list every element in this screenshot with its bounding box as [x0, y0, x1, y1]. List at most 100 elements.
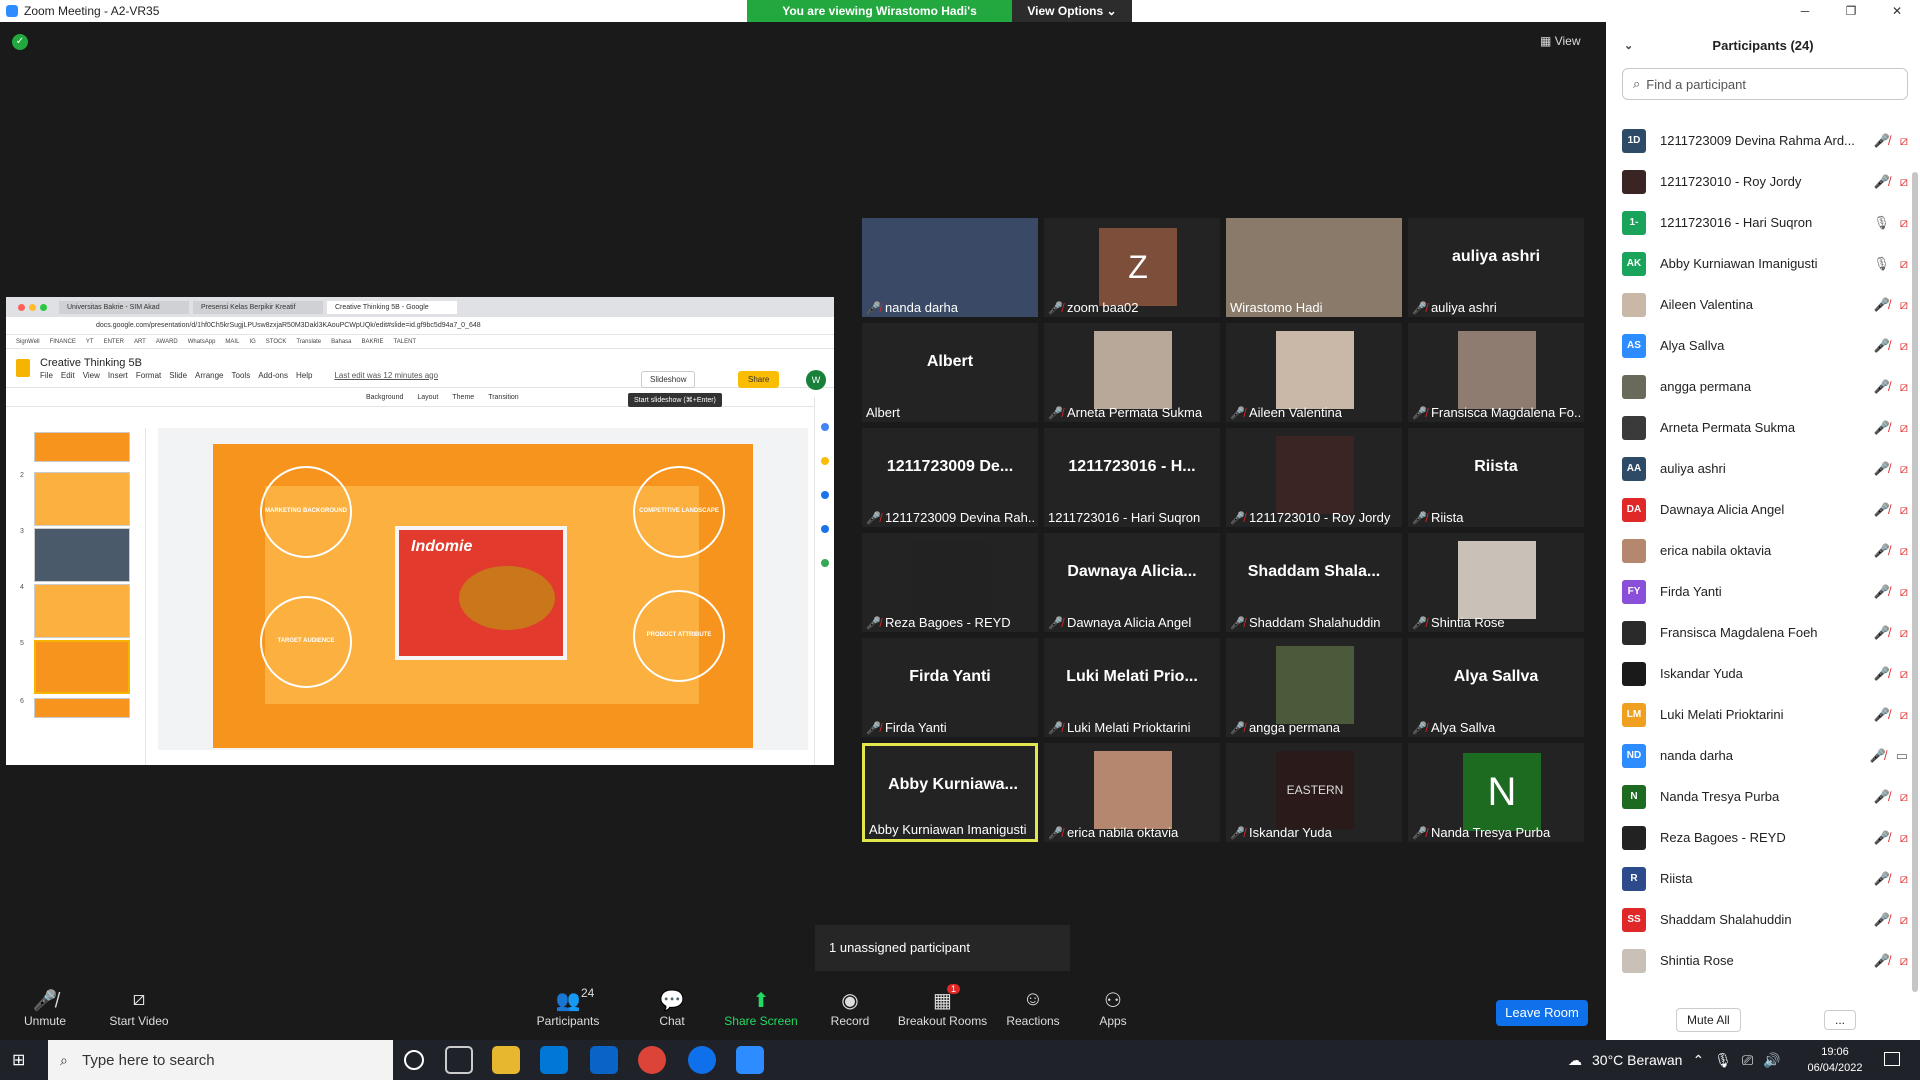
zoom-taskbar-icon[interactable]	[736, 1046, 764, 1074]
slides-toolbar-item[interactable]: Theme	[452, 394, 474, 401]
shield-icon[interactable]: ✓	[12, 34, 28, 50]
doc-menu-item[interactable]: Edit	[61, 371, 75, 380]
doc-menu-item[interactable]: File	[40, 371, 53, 380]
bookmark-item[interactable]: STOCK	[266, 339, 287, 345]
participant-tile[interactable]: 🎤̸ Shintia Rose	[1408, 533, 1584, 632]
participant-search[interactable]: ⌕ Find a participant	[1622, 68, 1908, 100]
bookmark-item[interactable]: FINANCE	[50, 339, 76, 345]
slides-toolbar-item[interactable]: Background	[366, 394, 403, 401]
avatar[interactable]: W	[806, 370, 826, 390]
doc-menu-item[interactable]: Slide	[169, 371, 187, 380]
current-slide[interactable]: MARKETING BACKGROUND COMPETITIVE LANDSCA…	[213, 444, 753, 748]
bookmark-item[interactable]: MAIL	[225, 339, 239, 345]
bookmark-item[interactable]: ART	[134, 339, 146, 345]
taskbar-search[interactable]: ⌕ Type here to search	[48, 1040, 393, 1080]
slideshow-button[interactable]: Slideshow	[641, 371, 696, 388]
maps-icon[interactable]	[820, 559, 829, 567]
doc-menu-item[interactable]: Insert	[108, 371, 128, 380]
windows-start-icon[interactable]: ⊞	[12, 1050, 32, 1070]
participant-tile[interactable]: Wirastomo Hadi	[1226, 218, 1402, 317]
weather-text[interactable]: 30°C Berawan	[1592, 1052, 1682, 1068]
bookmark-item[interactable]: Translate	[296, 339, 321, 345]
participant-tile[interactable]: N 🎤̸ Nanda Tresya Purba	[1408, 743, 1584, 842]
mic-icon[interactable]: 🎙	[1714, 1052, 1732, 1069]
bookmark-item[interactable]: ENTER	[104, 339, 124, 345]
slides-toolbar-item[interactable]: Transition	[488, 394, 518, 401]
scrollbar[interactable]	[1912, 172, 1918, 992]
bookmark-item[interactable]: AWARD	[156, 339, 178, 345]
calendar-icon[interactable]	[820, 423, 829, 431]
doc-menu-item[interactable]: Tools	[232, 371, 251, 380]
participant-tile[interactable]: 🎤̸ nanda darha	[862, 218, 1038, 317]
search-input[interactable]: Find a participant	[1646, 77, 1746, 92]
participant-tile[interactable]: 🎤̸ Arneta Permata Sukma	[1044, 323, 1220, 422]
browser-tab[interactable]: Presensi Kelas Berpikir Kreatif	[193, 300, 323, 314]
browser-tab-active[interactable]: Creative Thinking 5B - Google	[327, 300, 457, 314]
slide-thumb-selected[interactable]	[34, 640, 130, 694]
participants-button[interactable]: 👥 24 Participants	[523, 980, 613, 1040]
taskbar-clock[interactable]: 19:06 06/04/2022	[1800, 1044, 1870, 1076]
participant-tile[interactable]: 🎤̸ Aileen Valentina	[1226, 323, 1402, 422]
list-item[interactable]: SS Shaddam Shalahuddin 🎤̸ ⧄	[1622, 899, 1912, 940]
doc-menu-item[interactable]: View	[83, 371, 100, 380]
list-item[interactable]: 1211723010 - Roy Jordy 🎤̸ ⧄	[1622, 161, 1912, 202]
list-item[interactable]: AS Alya Sallva 🎤̸ ⧄	[1622, 325, 1912, 366]
list-item[interactable]: Iskandar Yuda 🎤̸ ⧄	[1622, 653, 1912, 694]
slides-toolbar-item[interactable]: Layout	[417, 394, 438, 401]
list-item[interactable]: Aileen Valentina 🎤̸ ⧄	[1622, 284, 1912, 325]
mail-icon[interactable]	[590, 1046, 618, 1074]
list-item[interactable]: Reza Bagoes - REYD 🎤̸ ⧄	[1622, 817, 1912, 858]
list-item[interactable]: 1D 1211723009 Devina Rahma Ard... 🎤̸ ⧄	[1622, 120, 1912, 161]
task-view-icon[interactable]	[445, 1046, 473, 1074]
list-item[interactable]: 1- 1211723016 - Hari Suqron 🎙 ⧄	[1622, 202, 1912, 243]
list-item[interactable]: R Riista 🎤̸ ⧄	[1622, 858, 1912, 899]
restore-button[interactable]: ❐	[1828, 0, 1874, 22]
unassigned-toast[interactable]: 1 unassigned participant	[815, 925, 1070, 971]
list-item[interactable]: Fransisca Magdalena Foeh 🎤̸ ⧄	[1622, 612, 1912, 653]
participant-tile[interactable]: Shaddam Shala... 🎤̸ Shaddam Shalahuddin	[1226, 533, 1402, 632]
participant-tile[interactable]: Abby Kurniawa... Abby Kurniawan Imanigust…	[862, 743, 1038, 842]
bookmark-item[interactable]: TALENT	[394, 339, 417, 345]
list-item[interactable]: angga permana 🎤̸ ⧄	[1622, 366, 1912, 407]
more-options-button[interactable]: ...	[1824, 1010, 1857, 1030]
participant-tile[interactable]: Riista 🎤̸ Riista	[1408, 428, 1584, 527]
participant-tile[interactable]: auliya ashri 🎤̸ auliya ashri	[1408, 218, 1584, 317]
participant-tile[interactable]: Albert Albert	[862, 323, 1038, 422]
participant-tile[interactable]: 🎤̸ angga permana	[1226, 638, 1402, 737]
participant-tile[interactable]: 🎤̸ 1211723010 - Roy Jordy	[1226, 428, 1402, 527]
bookmark-item[interactable]: WhatsApp	[188, 339, 216, 345]
bookmark-item[interactable]: YT	[86, 339, 94, 345]
list-item[interactable]: FY Firda Yanti 🎤̸ ⧄	[1622, 571, 1912, 612]
participant-tile[interactable]: EASTERN 🎤̸ Iskandar Yuda	[1226, 743, 1402, 842]
taskbar-search-input[interactable]: Type here to search	[82, 1052, 215, 1069]
participant-tile[interactable]: Firda Yanti 🎤̸ Firda Yanti	[862, 638, 1038, 737]
view-options-button[interactable]: View Options ⌄	[1012, 0, 1132, 22]
slide-thumb[interactable]	[34, 432, 130, 462]
chevron-down-icon[interactable]: ⌄	[1624, 39, 1633, 52]
list-item[interactable]: AA auliya ashri 🎤̸ ⧄	[1622, 448, 1912, 489]
start-video-button[interactable]: ⧄ Start Video	[94, 980, 184, 1040]
bookmark-item[interactable]: IG	[249, 339, 255, 345]
apps-button[interactable]: ⚇ Apps	[1068, 980, 1158, 1040]
list-item[interactable]: AK Abby Kurniawan Imanigusti 🎙 ⧄	[1622, 243, 1912, 284]
bookmark-item[interactable]: Bahasa	[331, 339, 351, 345]
slide-thumb[interactable]	[34, 528, 130, 582]
list-item[interactable]: ND nanda darha 🎤̸ ▭	[1622, 735, 1912, 776]
browser-tab[interactable]: Universitas Bakrie - SIM Akad	[59, 300, 189, 314]
list-item[interactable]: Arneta Permata Sukma 🎤̸ ⧄	[1622, 407, 1912, 448]
chrome-icon[interactable]	[638, 1046, 666, 1074]
share-screen-button[interactable]: ⬆ Share Screen	[716, 980, 806, 1040]
breakout-rooms-button[interactable]: ▦ 1 Breakout Rooms	[895, 980, 990, 1040]
minimize-button[interactable]: ─	[1782, 0, 1828, 22]
cortana-icon[interactable]	[404, 1050, 424, 1070]
doc-menu-item[interactable]: Format	[136, 371, 161, 380]
view-layout-button[interactable]: ▦ View	[1540, 34, 1580, 48]
slide-thumb[interactable]	[34, 472, 130, 526]
volume-icon[interactable]: 🔊	[1763, 1052, 1780, 1069]
tasks-icon[interactable]	[820, 491, 829, 499]
record-button[interactable]: ◉ Record	[805, 980, 895, 1040]
list-item[interactable]: N Nanda Tresya Purba 🎤̸ ⧄	[1622, 776, 1912, 817]
browser-url[interactable]: docs.google.com/presentation/d/1hf0Ch5kr…	[6, 317, 834, 335]
doc-menu-item[interactable]: Help	[296, 371, 312, 380]
participant-tile[interactable]: Alya Sallva 🎤̸ Alya Sallva	[1408, 638, 1584, 737]
